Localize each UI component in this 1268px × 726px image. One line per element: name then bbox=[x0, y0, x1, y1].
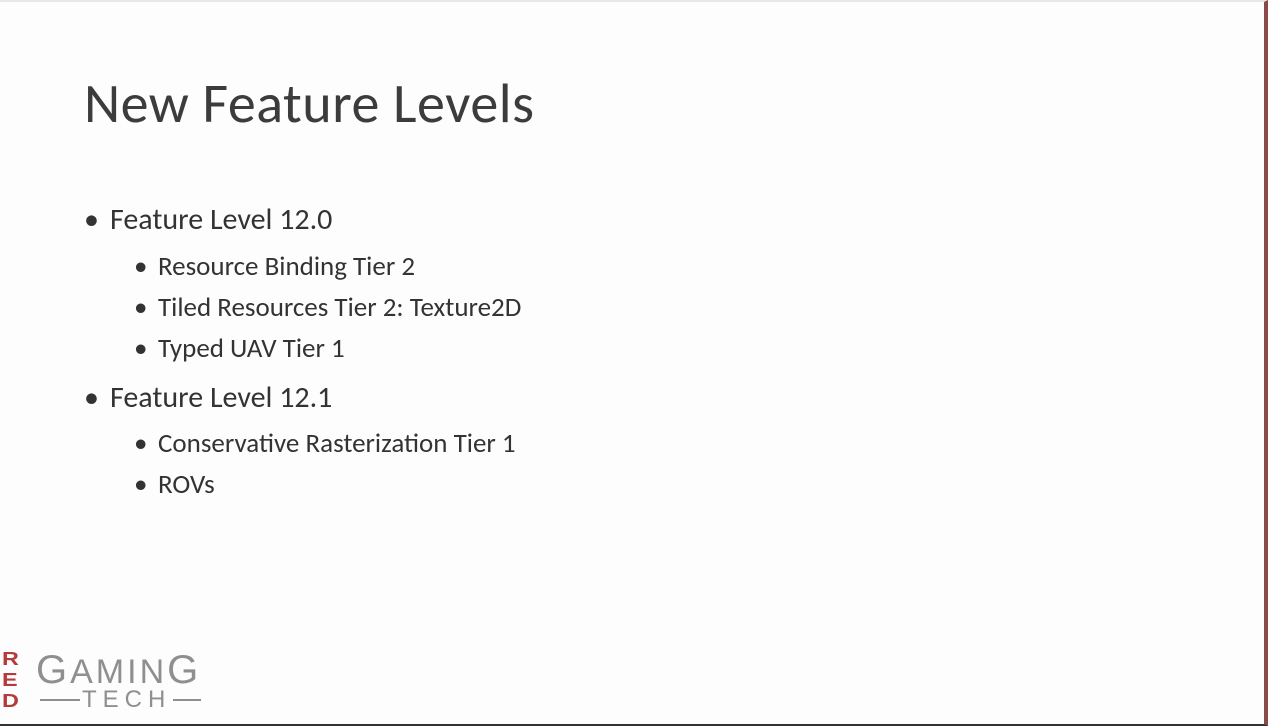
sub-bullet: Tiled Resources Tier 2: Texture2D bbox=[134, 287, 1204, 328]
logo-bar-icon bbox=[40, 699, 80, 701]
logo-tech-text: TECH bbox=[82, 686, 171, 714]
sub-bullet: ROVs bbox=[134, 464, 1204, 505]
bullet-level-121: Feature Level 12.1 Conservative Rasteriz… bbox=[84, 375, 1204, 506]
logo-bar-icon bbox=[173, 699, 201, 701]
bullet-level-120: Feature Level 12.0 Resource Binding Tier… bbox=[84, 197, 1204, 369]
slide: New Feature Levels Feature Level 12.0 Re… bbox=[0, 0, 1268, 726]
logo-tech: TECH bbox=[40, 686, 201, 714]
logo-redgamingtech: R E D GAMING TECH bbox=[2, 650, 242, 710]
sub-bullet: Typed UAV Tier 1 bbox=[134, 328, 1204, 369]
sub-bullet: Conservative Rasterization Tier 1 bbox=[134, 423, 1204, 464]
logo-red-d: D bbox=[2, 692, 41, 710]
sub-bullet: Resource Binding Tier 2 bbox=[134, 246, 1204, 287]
bullet-label: Feature Level 12.0 bbox=[110, 201, 332, 238]
bullet-label: Feature Level 12.1 bbox=[110, 379, 332, 416]
slide-title: New Feature Levels bbox=[84, 70, 535, 138]
logo-red-letters: R E D bbox=[2, 650, 32, 710]
slide-content: Feature Level 12.0 Resource Binding Tier… bbox=[84, 197, 1204, 505]
